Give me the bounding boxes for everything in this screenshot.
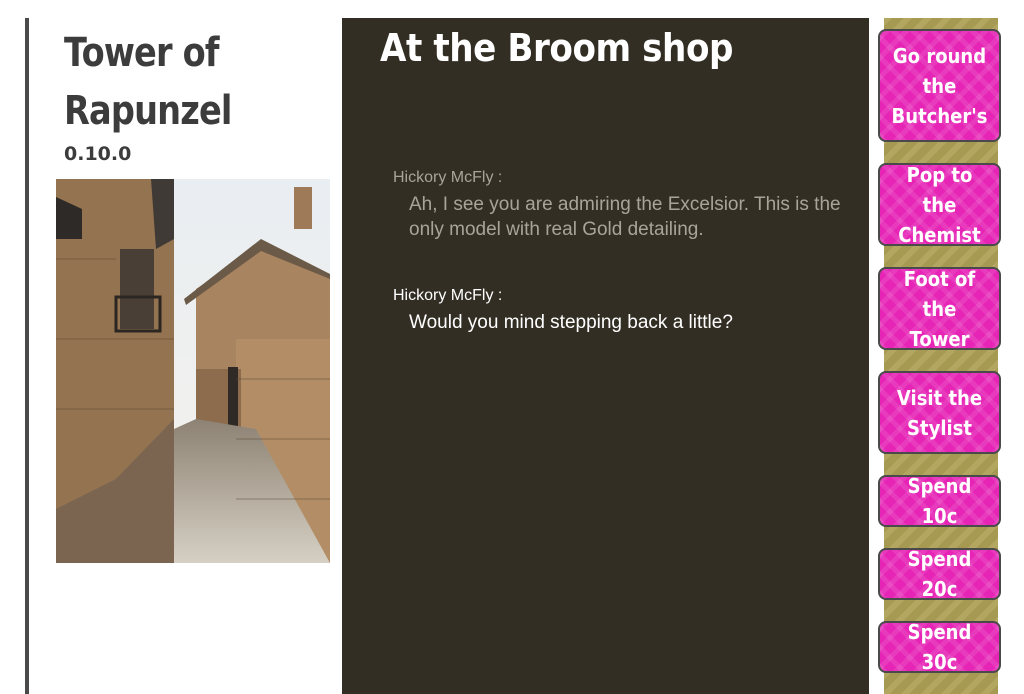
dialogue-text: Ah, I see you are admiring the Excelsior… (409, 194, 841, 240)
choice-chemist-button[interactable]: Pop to the Chemist (878, 163, 1001, 247)
scene-illustration (56, 179, 330, 563)
choice-stylist-button[interactable]: Visit the Stylist (878, 371, 1001, 454)
choice-spend-20c-button[interactable]: Spend 20c (878, 547, 1001, 601)
dialogue-speaker: Hickory McFly : (393, 287, 503, 304)
dialogue-entry-current: Hickory McFly : Would you mind stepping … (393, 286, 853, 335)
left-divider (25, 18, 29, 694)
game-title: Tower of Rapunzel (64, 30, 232, 134)
choice-label: Go round the Butcher's (891, 43, 988, 128)
choice-label: Spend 20c (907, 547, 972, 601)
choice-label: Spend 10c (907, 474, 972, 528)
story-panel: At the Broom shop Hickory McFly : Ah, I … (342, 18, 869, 694)
choice-label: Pop to the Chemist (898, 162, 981, 247)
scene-title: At the Broom shop (380, 26, 734, 70)
dialogue-entry-previous: Hickory McFly : Ah, I see you are admiri… (393, 168, 853, 242)
choice-spend-30c-button[interactable]: Spend 30c (878, 620, 1001, 674)
choice-label: Visit the Stylist (896, 385, 983, 440)
choice-label: Spend 30c (907, 620, 972, 674)
dialogue-text: Would you mind stepping back a little? (409, 312, 733, 333)
choice-label: Foot of the Tower (903, 266, 976, 351)
choice-butchers-button[interactable]: Go round the Butcher's (878, 29, 1001, 142)
choice-tower-button[interactable]: Foot of the Tower (878, 267, 1001, 351)
dialogue-speaker: Hickory McFly : (393, 169, 503, 186)
game-version: 0.10.0 (64, 143, 132, 165)
choice-spend-10c-button[interactable]: Spend 10c (878, 474, 1001, 528)
